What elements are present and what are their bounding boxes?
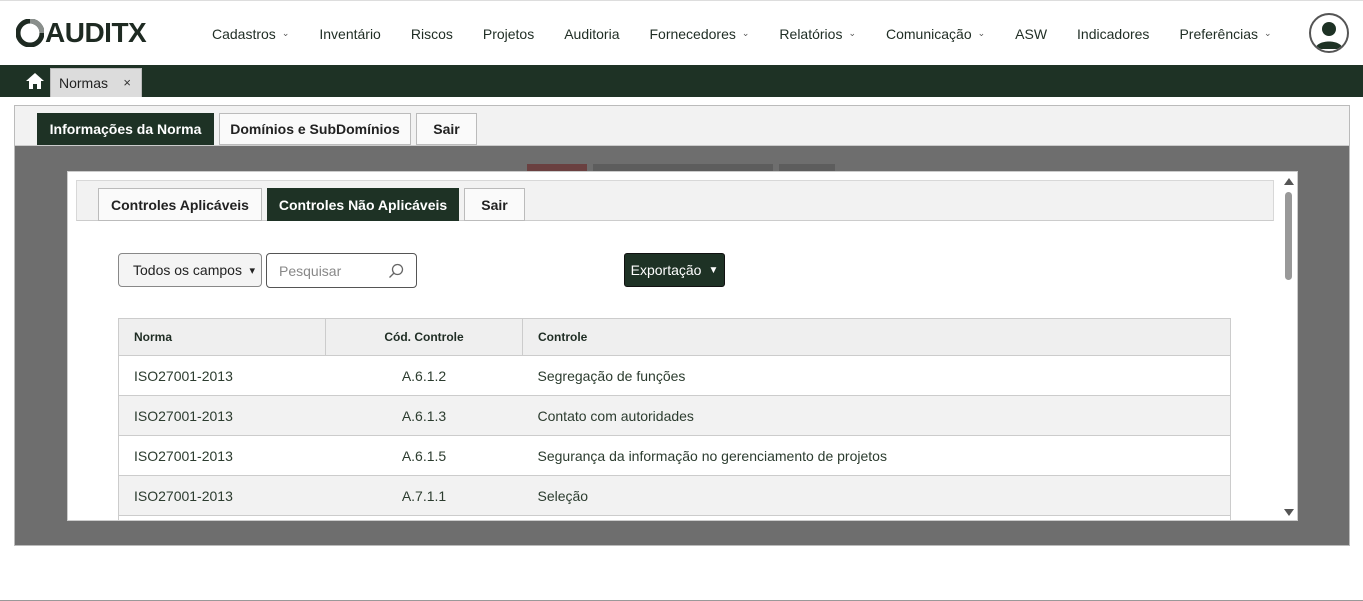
doc-tab-normas[interactable]: Normas ×	[50, 68, 142, 97]
menu-indicadores[interactable]: Indicadores	[1062, 1, 1164, 66]
cell-controle: Segregação de funções	[522, 355, 1231, 396]
chevron-down-icon: ⌄	[1264, 28, 1272, 38]
column-header-controle[interactable]: Controle	[522, 318, 1231, 356]
filter-field-select[interactable]: Todos os campos ▾	[118, 253, 262, 287]
scrollbar-thumb[interactable]	[1285, 192, 1292, 280]
chevron-down-icon: ⌄	[977, 28, 986, 38]
cell-cod-controle	[325, 515, 523, 520]
tab-sair[interactable]: Sair	[416, 113, 477, 145]
logo-text: AUDITX	[45, 17, 147, 48]
user-icon	[1315, 22, 1343, 49]
table-row[interactable]: ISO27001-2013 A.6.1.3 Contato com autori…	[118, 395, 1231, 436]
table-row[interactable]: ISO27001-2013 A.6.1.5 Segurança da infor…	[118, 435, 1231, 476]
table-row[interactable]: ISO27001-2013 A.6.1.2 Segregação de funç…	[118, 355, 1231, 396]
doc-tab-label: Normas	[59, 75, 109, 91]
menu-label: Riscos	[410, 25, 453, 42]
table-row[interactable]	[118, 515, 1231, 520]
search-icon[interactable]	[388, 263, 404, 279]
menu-projetos[interactable]: Projetos	[468, 1, 549, 66]
table-header-row: Norma Cód. Controle Controle	[118, 318, 1231, 356]
export-label: Exportação	[630, 262, 702, 278]
cell-cod-controle: A.6.1.3	[325, 395, 523, 436]
menu-cadastros[interactable]: Cadastros ⌄	[197, 1, 304, 66]
cell-cod-controle: A.6.1.2	[325, 355, 523, 396]
tab-label: Controles Aplicáveis	[111, 196, 249, 213]
scroll-up-icon[interactable]	[1284, 178, 1294, 185]
top-navbar: AUDITX Cadastros ⌄ Inventário Riscos Proj…	[0, 0, 1363, 65]
norma-tabs: Informações da Norma Domínios e SubDomín…	[15, 106, 1349, 146]
cell-norma: ISO27001-2013	[118, 435, 326, 476]
modal-scrollbar[interactable]	[1282, 176, 1296, 518]
modal-tabs: Controles Aplicáveis Controles Não Aplic…	[76, 180, 1274, 221]
menu-label: Comunicação	[886, 25, 972, 42]
home-icon[interactable]	[25, 71, 45, 91]
cell-controle: Contato com autoridades	[522, 395, 1231, 436]
tab-controles-nao-aplicaveis[interactable]: Controles Não Aplicáveis	[267, 188, 459, 221]
caret-down-icon: ▼	[708, 264, 719, 276]
menu-label: Inventário	[319, 25, 381, 42]
scroll-down-icon[interactable]	[1284, 509, 1294, 516]
chevron-down-icon: ⌄	[281, 28, 290, 38]
tab-label: Controles Não Aplicáveis	[278, 196, 448, 213]
menu-auditoria[interactable]: Auditoria	[549, 1, 634, 66]
menu-label: Fornecedores	[649, 25, 736, 42]
menu-riscos[interactable]: Riscos	[396, 1, 468, 66]
cell-controle: Segurança da informação no gerenciamento…	[522, 435, 1231, 476]
table-row[interactable]: ISO27001-2013 A.7.1.1 Seleção	[118, 475, 1231, 516]
menu-label: ASW	[1015, 25, 1048, 42]
export-button[interactable]: Exportação ▼	[624, 253, 725, 287]
cell-norma	[118, 515, 326, 520]
tab-sair[interactable]: Sair	[464, 188, 525, 221]
menu-fornecedores[interactable]: Fornecedores ⌄	[634, 1, 764, 66]
controls-table: Norma Cód. Controle Controle ISO27001-20…	[118, 318, 1231, 520]
menu-inventario[interactable]: Inventário	[304, 1, 395, 66]
document-tab-strip: Normas ×	[0, 65, 1363, 97]
tab-label: Sair	[433, 121, 460, 137]
chevron-down-icon: ⌄	[848, 28, 856, 38]
dropdown-arrow-icon: ▾	[249, 265, 255, 277]
select-value: Todos os campos	[133, 262, 242, 278]
tab-controles-aplicaveis[interactable]: Controles Aplicáveis	[98, 188, 262, 221]
chevron-down-icon: ⌄	[741, 28, 750, 38]
cell-cod-controle: A.6.1.5	[325, 435, 523, 476]
cell-cod-controle: A.7.1.1	[325, 475, 523, 516]
menu-label: Cadastros	[212, 25, 276, 42]
menu-preferencias[interactable]: Preferências ⌄	[1164, 1, 1286, 66]
cell-controle	[522, 515, 1231, 520]
tab-label: Domínios e SubDomínios	[230, 121, 400, 137]
user-avatar[interactable]	[1309, 13, 1349, 53]
tab-label: Sair	[481, 196, 508, 213]
menu-label: Auditoria	[564, 25, 620, 42]
column-header-norma[interactable]: Norma	[118, 318, 326, 356]
menu-comunicacao[interactable]: Comunicação ⌄	[871, 1, 1000, 66]
auditx-logo-icon	[16, 19, 44, 47]
main-menu: Cadastros ⌄ Inventário Riscos Projetos Au…	[197, 1, 1287, 66]
tab-label: Informações da Norma	[49, 121, 202, 137]
cell-norma: ISO27001-2013	[118, 395, 326, 436]
menu-label: Projetos	[482, 25, 535, 42]
app-logo[interactable]: AUDITX	[16, 17, 147, 48]
tab-informacoes-norma[interactable]: Informações da Norma	[37, 113, 214, 145]
cell-norma: ISO27001-2013	[118, 355, 326, 396]
menu-label: Indicadores	[1077, 25, 1150, 42]
menu-label: Relatórios	[779, 25, 843, 42]
search-box[interactable]	[266, 253, 417, 288]
cell-controle: Seleção	[522, 475, 1231, 516]
norma-panel: Informações da Norma Domínios e SubDomín…	[14, 105, 1350, 546]
search-input[interactable]	[279, 262, 389, 279]
menu-label: Preferências	[1179, 25, 1259, 42]
menu-relatorios[interactable]: Relatórios ⌄	[764, 1, 871, 66]
menu-asw[interactable]: ASW	[1000, 1, 1062, 66]
cell-norma: ISO27001-2013	[118, 475, 326, 516]
column-header-cod-controle[interactable]: Cód. Controle	[325, 318, 523, 356]
controles-modal: Controles Aplicáveis Controles Não Aplic…	[67, 171, 1298, 521]
close-icon[interactable]: ×	[123, 75, 131, 90]
tab-dominios[interactable]: Domínios e SubDomínios	[219, 113, 411, 145]
